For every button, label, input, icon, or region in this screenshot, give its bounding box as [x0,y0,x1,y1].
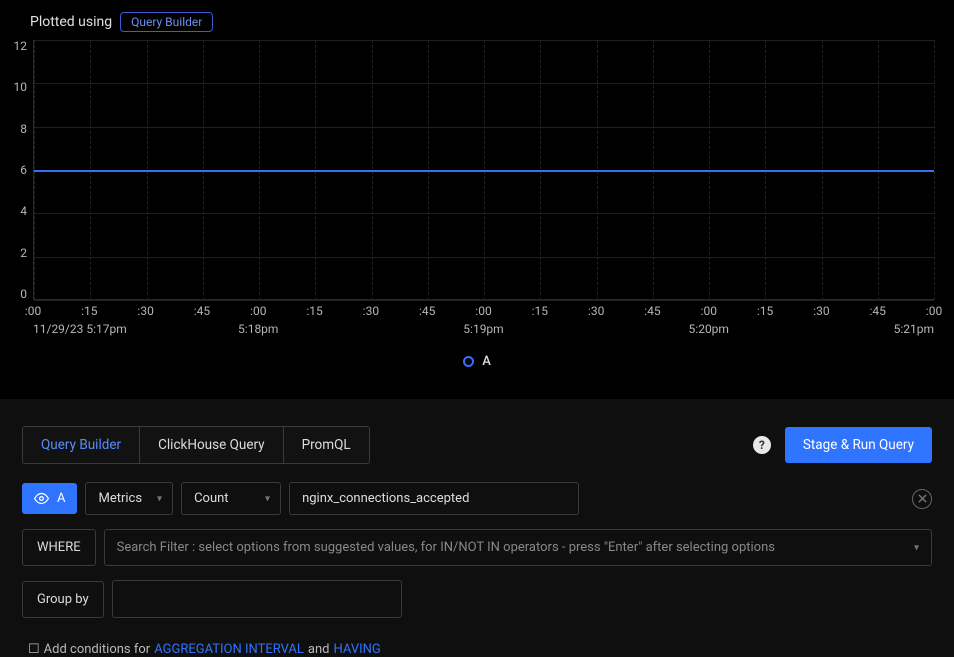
y-tick: 12 [5,40,27,52]
x-tick-minor: :15 [757,304,773,318]
tab-row: Query Builder ClickHouse Query PromQL ? … [22,426,932,464]
x-tick-minor: :00 [926,304,942,318]
x-tick-minor: :15 [306,304,322,318]
y-tick: 6 [5,164,27,176]
plot-header: Plotted using Query Builder [0,10,954,40]
legend-marker-a [463,356,474,367]
tab-clickhouse-query[interactable]: ClickHouse Query [140,426,283,464]
data-source-select[interactable]: Metrics ▾ [85,482,173,515]
x-tick-minor: :30 [588,304,604,318]
y-tick: 10 [5,81,27,93]
x-tick-major: 5:18pm [238,322,278,336]
x-tick-major: 11/29/23 5:17pm [33,322,127,336]
x-tick-minor: :00 [701,304,717,318]
tab-promql[interactable]: PromQL [284,426,370,464]
y-tick: 4 [5,205,27,217]
plot-header-text: Plotted using [30,14,112,30]
aggregation-select[interactable]: Count ▾ [181,482,281,515]
chart-plot-area: 121086420 [33,40,934,300]
aggregation-interval-link[interactable]: AGGREGATION INTERVAL [154,642,304,657]
having-link[interactable]: HAVING [334,642,381,657]
y-tick: 8 [5,123,27,135]
chevron-down-icon: ▾ [914,542,919,553]
groupby-input[interactable] [112,580,402,618]
section-gap [0,399,954,406]
x-axis: :00:15:30:45:00:15:30:45:00:15:30:45:00:… [33,300,934,340]
series-line [34,170,934,172]
y-axis: 12 10 8 6 4 2 0 [5,40,27,300]
query-builder-section: Query Builder ClickHouse Query PromQL ? … [0,406,954,657]
x-tick-minor: :30 [813,304,829,318]
chevron-down-icon: ▾ [265,493,270,504]
stage-run-query-button[interactable]: Stage & Run Query [785,427,932,463]
y-tick: 2 [5,247,27,259]
x-tick-minor: :45 [869,304,885,318]
chart-grid [33,40,934,300]
x-tick-minor: :15 [81,304,97,318]
query-row-a: A Metrics ▾ Count ▾ nginx_connections_ac… [22,482,932,515]
tab-query-builder[interactable]: Query Builder [22,426,140,464]
query-mode-tag[interactable]: Query Builder [120,12,213,32]
where-placeholder: Search Filter : select options from sugg… [117,540,775,555]
chart-section: Plotted using Query Builder 12 10 8 6 4 2 0 :0… [0,0,954,399]
metric-name-input[interactable]: nginx_connections_accepted [289,482,579,515]
x-tick-minor: :30 [137,304,153,318]
footnote: ☐ Add conditions for AGGREGATION INTERVA… [22,632,932,657]
x-tick-minor: :00 [25,304,41,318]
x-tick-minor: :45 [194,304,210,318]
x-tick-major: 5:21pm [894,322,934,336]
x-tick-minor: :30 [363,304,379,318]
where-row: WHERE Search Filter : select options fro… [22,529,932,566]
groupby-label: Group by [22,581,104,618]
where-label: WHERE [22,529,96,566]
x-tick-minor: :45 [419,304,435,318]
chart-legend: A [0,340,954,379]
x-tick-minor: :00 [250,304,266,318]
query-label-a: A [57,491,65,506]
where-filter-select[interactable]: Search Filter : select options from sugg… [104,529,932,566]
help-icon[interactable]: ? [753,436,771,454]
remove-query-button[interactable] [912,489,932,509]
chevron-down-icon: ▾ [157,493,162,504]
x-tick-minor: :45 [644,304,660,318]
legend-label-a[interactable]: A [482,354,491,369]
query-visibility-toggle-a[interactable]: A [22,483,77,514]
x-tick-minor: :00 [475,304,491,318]
y-tick: 0 [5,288,27,300]
x-tick-minor: :15 [532,304,548,318]
close-icon [918,494,927,503]
eye-icon [34,491,49,506]
x-tick-major: 5:19pm [463,322,503,336]
groupby-row: Group by [22,580,932,618]
x-tick-major: 5:20pm [689,322,729,336]
